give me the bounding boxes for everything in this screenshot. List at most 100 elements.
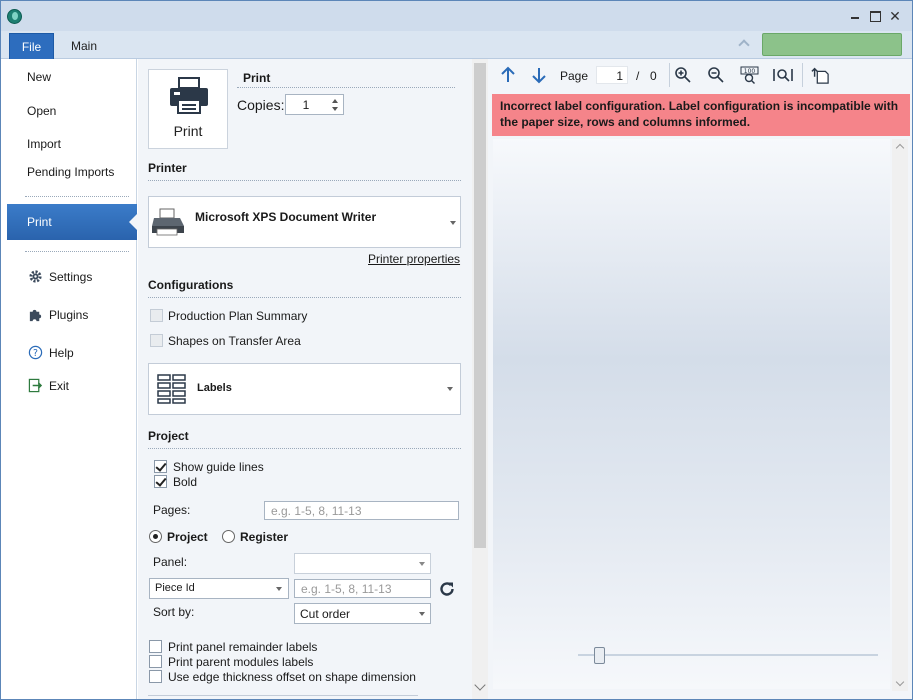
zoom-in-icon[interactable] <box>674 66 692 84</box>
ribbon-bar: File Main <box>1 31 912 60</box>
minimize-icon[interactable] <box>848 9 862 23</box>
show-guide-lines-checkbox[interactable] <box>154 460 167 473</box>
printer-name: Microsoft XPS Document Writer <box>195 210 377 224</box>
production-plan-summary-checkbox[interactable] <box>150 309 163 322</box>
configurations-heading: Configurations <box>148 278 234 292</box>
toolbar-divider <box>669 63 670 87</box>
nav-divider <box>25 196 129 197</box>
zoom-fit-icon[interactable] <box>773 66 793 84</box>
nav-exit[interactable]: Exit <box>49 379 69 393</box>
printer-properties-link[interactable]: Printer properties <box>368 252 460 266</box>
maximize-icon[interactable] <box>868 9 882 23</box>
project-heading: Project <box>148 429 189 443</box>
nav-print-label: Print <box>27 215 52 229</box>
scroll-down-icon[interactable] <box>474 679 486 691</box>
status-indicator <box>762 33 902 56</box>
divider <box>237 87 455 88</box>
nav-divider <box>25 251 129 252</box>
zoom-slider-thumb[interactable] <box>594 647 605 664</box>
arrow-down-icon[interactable] <box>530 66 548 84</box>
nav-plugins[interactable]: Plugins <box>49 308 88 322</box>
sort-by-select[interactable]: Cut order <box>294 603 431 624</box>
page-separator: / <box>636 69 640 83</box>
printer-heading: Printer <box>148 161 187 175</box>
zoom-slider-track[interactable] <box>578 654 878 656</box>
chevron-down-icon <box>419 612 425 616</box>
nav-pending-imports[interactable]: Pending Imports <box>27 165 114 179</box>
settings-scrollbar[interactable] <box>472 59 488 699</box>
print-button-label: Print <box>173 123 203 139</box>
bold-checkbox[interactable] <box>154 475 167 488</box>
stepper-up-icon[interactable] <box>332 99 338 103</box>
sort-by-label: Sort by: <box>153 605 195 619</box>
app-logo-icon <box>7 9 22 24</box>
printer-icon <box>170 77 208 114</box>
refresh-icon[interactable] <box>437 579 457 599</box>
print-panel-remainder-label: Print panel remainder labels <box>168 640 318 654</box>
nav-open[interactable]: Open <box>27 104 56 118</box>
exit-icon <box>28 378 43 393</box>
page-label: Page <box>560 69 589 83</box>
zoom-out-icon[interactable] <box>707 66 725 84</box>
tab-main[interactable]: Main <box>71 39 97 53</box>
shapes-transfer-area-checkbox[interactable] <box>150 334 163 347</box>
app-window: ✕ File Main New Open Import Pending Impo… <box>0 0 913 700</box>
preview-toolbar: Page 1 / 0 100 <box>488 59 912 91</box>
nav-new[interactable]: New <box>27 70 51 84</box>
arrow-up-icon[interactable] <box>499 66 517 84</box>
nav-import[interactable]: Import <box>27 137 61 151</box>
print-heading: Print <box>243 71 271 85</box>
piece-field-select[interactable]: Piece Id <box>149 578 289 599</box>
register-radio[interactable] <box>222 530 235 543</box>
title-bar: ✕ <box>1 1 912 31</box>
page-total: 0 <box>650 69 657 83</box>
print-parent-modules-checkbox[interactable] <box>149 655 162 668</box>
piece-filter-input[interactable]: e.g. 1-5, 8, 11-13 <box>294 579 431 598</box>
zoom-100-icon[interactable]: 100 <box>740 66 760 84</box>
configuration-type-select[interactable]: Labels <box>148 363 461 415</box>
chevron-down-icon <box>419 562 425 566</box>
printer-select[interactable]: Microsoft XPS Document Writer <box>148 196 461 248</box>
svg-text:?: ? <box>33 348 38 359</box>
puzzle-icon <box>29 309 42 322</box>
copies-label: Copies: <box>237 97 285 113</box>
scrollbar-thumb[interactable] <box>474 63 486 548</box>
divider <box>148 448 461 449</box>
page-number-input[interactable]: 1 <box>596 66 628 84</box>
close-icon[interactable]: ✕ <box>888 9 902 23</box>
help-icon: ? <box>28 345 43 360</box>
scroll-up-icon[interactable] <box>895 143 905 153</box>
nav-settings[interactable]: Settings <box>49 270 92 284</box>
production-plan-summary-label: Production Plan Summary <box>168 309 308 323</box>
project-radio[interactable] <box>149 530 162 543</box>
export-page-icon[interactable] <box>810 66 830 84</box>
preview-scrollbar[interactable] <box>892 139 908 691</box>
xps-printer-icon <box>152 208 184 236</box>
copies-value: 1 <box>302 98 310 112</box>
sort-by-value: Cut order <box>300 607 351 621</box>
backstage-nav: New Open Import Pending Imports Print Se… <box>1 59 138 699</box>
print-preview-panel: Page 1 / 0 100 Incorrect label configura… <box>488 59 912 699</box>
panel-select[interactable] <box>294 553 431 574</box>
pages-input[interactable]: e.g. 1-5, 8, 11-13 <box>264 501 459 520</box>
scroll-down-icon[interactable] <box>895 677 905 687</box>
nav-help[interactable]: Help <box>49 346 74 360</box>
nav-print[interactable]: Print <box>7 204 138 240</box>
edge-thickness-offset-checkbox[interactable] <box>149 670 162 683</box>
gear-icon <box>29 270 42 283</box>
copies-stepper[interactable]: 1 <box>285 94 344 115</box>
print-button[interactable]: Print <box>148 69 228 149</box>
divider <box>148 695 418 696</box>
bold-label: Bold <box>173 475 198 489</box>
divider <box>148 297 461 298</box>
register-radio-label: Register <box>240 530 289 544</box>
chevron-up-icon[interactable] <box>738 38 750 48</box>
stepper-down-icon[interactable] <box>332 107 338 111</box>
pages-label: Pages: <box>153 503 191 517</box>
configuration-type-value: Labels <box>197 382 232 394</box>
toolbar-divider <box>802 63 803 87</box>
show-guide-lines-label: Show guide lines <box>173 460 264 474</box>
print-panel-remainder-checkbox[interactable] <box>149 640 162 653</box>
tab-file[interactable]: File <box>9 33 54 60</box>
print-settings-panel: Print Print Copies: 1 Printer Microsoft … <box>138 59 472 699</box>
